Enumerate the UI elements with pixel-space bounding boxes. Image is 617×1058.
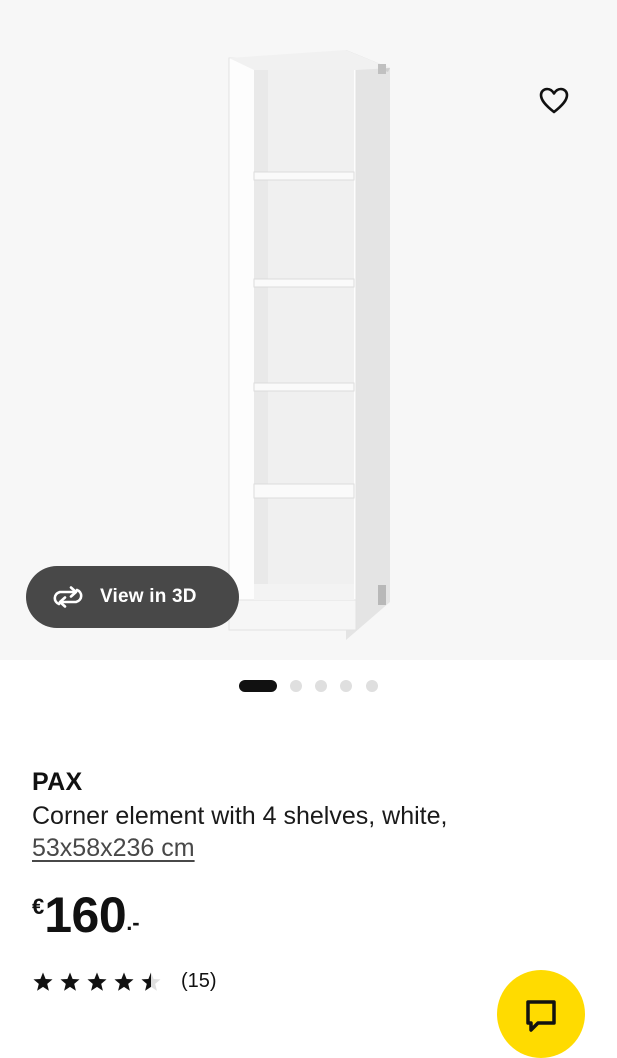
product-price: € 160 .- (32, 886, 140, 944)
chat-button[interactable] (497, 970, 585, 1058)
star-full-icon (87, 972, 107, 991)
product-image[interactable] (0, 0, 617, 660)
carousel-dot-5[interactable] (366, 680, 378, 692)
star-full-icon (60, 972, 80, 991)
product-description: Corner element with 4 shelves, white, (32, 802, 448, 830)
carousel-dot-1[interactable] (239, 680, 277, 692)
carousel-dot-3[interactable] (315, 680, 327, 692)
price-decimal: .- (126, 910, 140, 935)
view-in-3d-button[interactable]: View in 3D (26, 566, 239, 628)
view-in-3d-label: View in 3D (100, 586, 197, 607)
carousel-indicator (0, 678, 617, 694)
star-full-icon (114, 972, 134, 991)
price-currency: € (32, 894, 45, 919)
carousel-dot-4[interactable] (340, 680, 352, 692)
carousel-dot-2[interactable] (290, 680, 302, 692)
product-image-gallery[interactable]: View in 3D (0, 0, 617, 660)
rotate-360-icon (51, 585, 85, 609)
star-half-icon (141, 972, 161, 991)
product-size-link[interactable]: 53x58x236 cm (32, 832, 195, 864)
review-count: (15) (181, 969, 217, 992)
heart-outline-icon (539, 87, 569, 113)
rating-stars (32, 971, 167, 992)
star-full-icon (33, 972, 53, 991)
product-rating[interactable]: (15) (32, 966, 217, 996)
price-integer: 160 (44, 887, 127, 943)
product-name: PAX (32, 768, 83, 796)
favourite-button[interactable] (528, 74, 580, 126)
chat-bubble-icon (526, 1000, 556, 1032)
